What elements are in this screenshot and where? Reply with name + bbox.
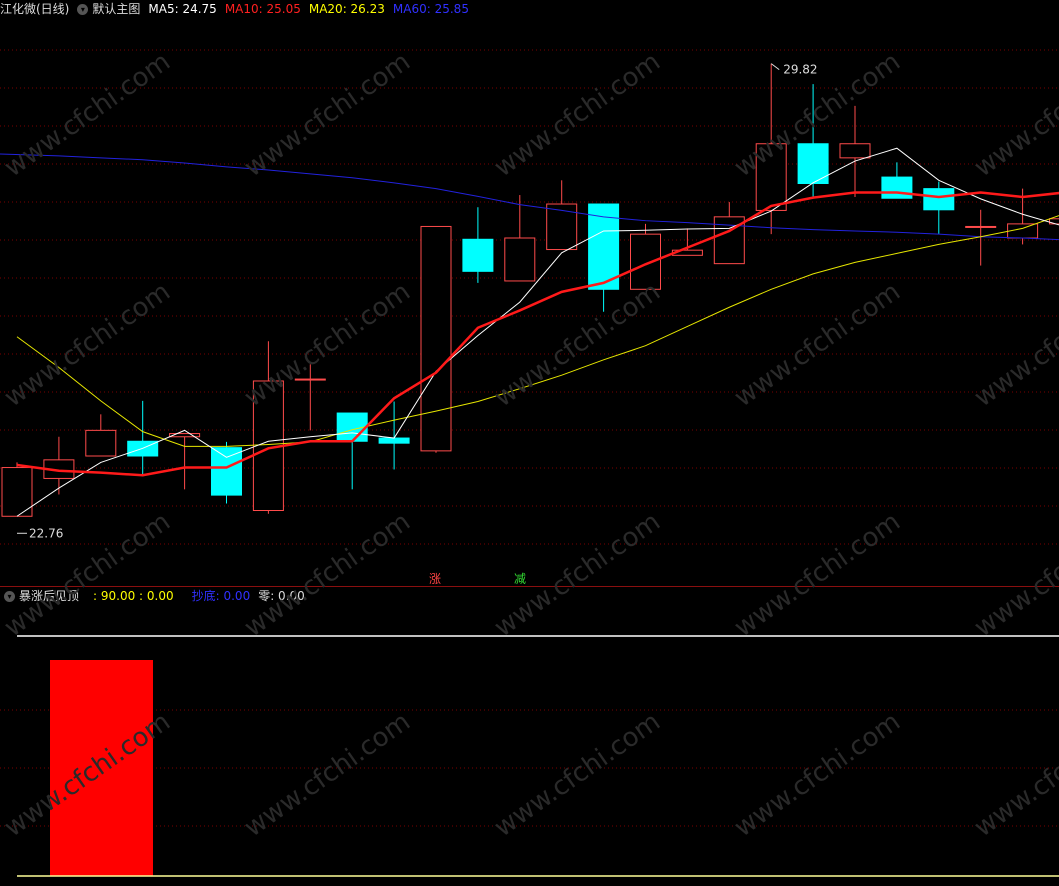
ma20-line	[17, 216, 1059, 447]
candle-body	[421, 226, 451, 450]
main-chart-panel[interactable]: 29.82 22.76 涨 减	[0, 0, 1059, 585]
candle-body	[379, 438, 409, 443]
zhang-marker: 涨	[429, 571, 441, 585]
low-label: 22.76	[29, 526, 63, 540]
candle-body	[86, 430, 116, 456]
high-arrow	[771, 64, 779, 70]
indicator-bar	[50, 660, 153, 876]
candle-body	[882, 177, 912, 198]
candle-body	[463, 239, 493, 271]
indicator-chart[interactable]	[0, 588, 1059, 883]
candle-body	[631, 234, 661, 289]
indicator-panel[interactable]	[0, 588, 1059, 883]
candle-body	[505, 238, 535, 281]
jian-marker: 减	[514, 572, 526, 585]
candle-body	[212, 448, 242, 495]
candle-body	[966, 226, 996, 227]
ma10-line	[17, 192, 1059, 475]
candle-body	[295, 379, 325, 380]
high-label: 29.82	[783, 63, 817, 77]
ma5-line	[17, 148, 1059, 516]
candlestick-chart[interactable]: 29.82 22.76 涨 减	[0, 0, 1059, 585]
candle-body	[924, 189, 954, 210]
candle-body	[756, 144, 786, 211]
candle-body	[840, 144, 870, 158]
